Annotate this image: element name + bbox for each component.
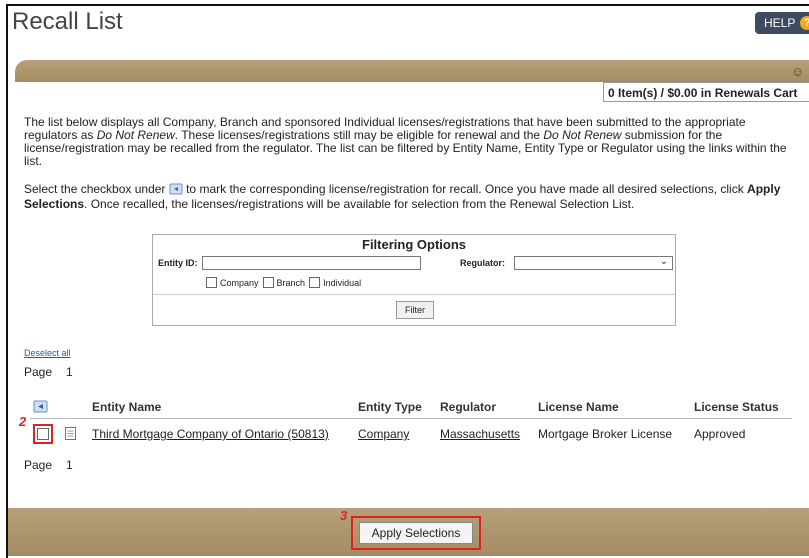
entity-type-checkboxes: Company Branch Individual	[206, 277, 365, 288]
entity-type-link[interactable]: Company	[358, 427, 409, 441]
column-header-license-name: License Name	[538, 400, 619, 414]
step-3-marker: 3	[340, 508, 348, 523]
step-2-marker: 2	[19, 414, 27, 429]
page-title: Recall List	[12, 8, 123, 35]
renewals-cart-summary[interactable]: 0 Item(s) / $0.00 in Renewals Cart	[603, 82, 809, 102]
recall-icon	[169, 183, 183, 198]
company-checkbox-label: Company	[220, 277, 259, 288]
intro-paragraph: The list below displays all Company, Bra…	[24, 116, 800, 168]
instructions-text-2: to mark the corresponding license/regist…	[182, 182, 748, 196]
license-name-cell: Mortgage Broker License	[538, 427, 673, 441]
page-number-bottom[interactable]: 1	[66, 458, 73, 472]
top-banner	[15, 60, 809, 82]
chevron-down-icon: ⌄	[659, 256, 668, 267]
deselect-all-link[interactable]: Deselect all	[24, 348, 71, 358]
filter-button[interactable]: Filter	[396, 301, 434, 319]
individual-checkbox-label: Individual	[323, 277, 362, 288]
people-icon[interactable]: ☺	[791, 64, 804, 79]
details-document-icon[interactable]	[65, 427, 76, 445]
regulator-select[interactable]: ⌄	[514, 256, 673, 270]
recall-checkbox-highlight	[33, 424, 53, 444]
apply-selections-highlight: Apply Selections	[351, 516, 481, 550]
recall-column-header-icon	[33, 400, 48, 416]
entity-id-input[interactable]	[202, 256, 421, 270]
table-header-divider	[30, 418, 792, 419]
pagination-bottom: Page 1	[24, 458, 87, 472]
column-header-entity-name: Entity Name	[92, 400, 162, 414]
instructions-text-3: . Once recalled, the licenses/registrati…	[84, 197, 635, 211]
help-question-icon: ?	[800, 16, 809, 30]
page-label: Page	[24, 365, 53, 379]
column-header-license-status: License Status	[694, 400, 779, 414]
intro-do-not-renew-2: Do Not Renew	[543, 128, 622, 142]
column-header-regulator: Regulator	[440, 400, 497, 414]
filter-title: Filtering Options	[362, 237, 466, 252]
license-status-cell: Approved	[694, 427, 746, 441]
filtering-options-panel: Filtering Options Entity ID: Regulator: …	[152, 234, 676, 326]
company-checkbox[interactable]	[206, 277, 217, 288]
instructions-paragraph: Select the checkbox under to mark the co…	[24, 183, 800, 211]
regulator-label: Regulator:	[460, 258, 505, 268]
help-label: HELP	[764, 16, 796, 30]
apply-selections-button[interactable]: Apply Selections	[359, 522, 473, 544]
intro-text-2: . These licenses/registrations still may…	[174, 128, 544, 142]
page-label-bottom: Page	[24, 458, 53, 472]
branch-checkbox[interactable]	[262, 277, 274, 288]
page-number[interactable]: 1	[66, 365, 73, 379]
entity-name-link[interactable]: Third Mortgage Company of Ontario (50813…	[92, 427, 329, 441]
branch-checkbox-label: Branch	[276, 277, 306, 288]
entity-id-label: Entity ID:	[158, 258, 198, 268]
individual-checkbox[interactable]	[309, 277, 321, 288]
regulator-link[interactable]: Massachusetts	[440, 427, 520, 441]
instructions-text-1: Select the checkbox under	[24, 182, 169, 196]
column-header-entity-type: Entity Type	[358, 400, 422, 414]
intro-do-not-renew-1: Do Not Renew	[96, 128, 175, 142]
help-button[interactable]: HELP ?	[755, 12, 809, 34]
recall-row-checkbox[interactable]	[37, 428, 49, 440]
filter-divider	[153, 294, 675, 295]
pagination-top: Page 1	[24, 365, 87, 379]
